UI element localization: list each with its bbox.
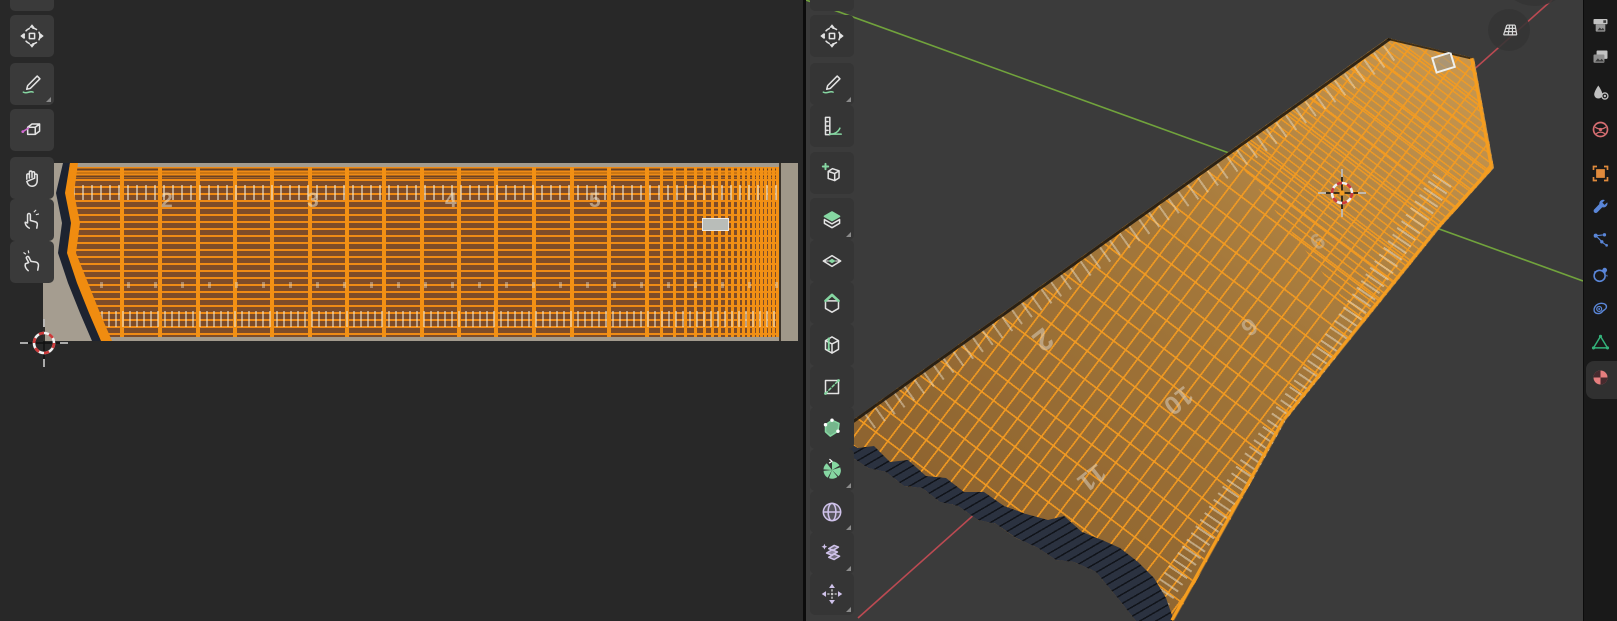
loop-cut-tool-button[interactable] [810, 324, 854, 366]
ruler-number: 5 [589, 189, 601, 213]
tool-group-indicator [846, 607, 851, 612]
uv-editor-viewport[interactable]: 2 3 4 5 [0, 0, 803, 621]
tool-group-indicator [846, 566, 851, 571]
measure-tool-button[interactable] [810, 105, 854, 147]
tool-group-indicator [846, 232, 851, 237]
inset-faces-icon [819, 248, 845, 274]
annotate-tool-button[interactable] [810, 63, 854, 105]
view-layer-properties-tab[interactable] [1584, 44, 1617, 76]
constraint-properties-tab[interactable] [1584, 295, 1617, 327]
uv-2d-cursor[interactable] [44, 343, 72, 376]
rip-region-tool-button[interactable] [10, 109, 54, 151]
3d-cursor[interactable] [1342, 193, 1370, 226]
ruler-ticks-bottom [73, 311, 779, 327]
poly-build-icon [819, 415, 845, 441]
render-properties-tab[interactable] [1584, 12, 1617, 44]
shrink-fatten-tool-button[interactable] [810, 573, 854, 615]
transform-tool-button[interactable] [810, 15, 854, 57]
scene-properties-icon [1590, 82, 1611, 108]
spin-tool-button[interactable] [810, 449, 854, 491]
ruler-number: 4 [445, 189, 457, 213]
material-properties-icon [1590, 367, 1611, 393]
object-properties-icon [1590, 163, 1611, 189]
transform-icon [819, 23, 845, 49]
properties-tab-strip [1584, 0, 1617, 621]
relax-tool-button[interactable] [10, 199, 54, 241]
annotate-icon [19, 71, 45, 97]
uv-texture-image[interactable]: 2 3 4 5 [43, 163, 798, 341]
measure-icon [819, 113, 845, 139]
object-data-properties-icon [1590, 332, 1611, 358]
object-properties-tab[interactable] [1584, 160, 1617, 192]
tool-group-indicator [846, 525, 851, 530]
modifier-properties-tab[interactable] [1584, 194, 1617, 226]
constraint-properties-icon [1590, 298, 1611, 324]
particle-properties-tab[interactable] [1584, 227, 1617, 259]
randomize-icon [819, 540, 845, 566]
modifier-properties-icon [1590, 197, 1611, 223]
knife-tool-button[interactable] [810, 366, 854, 408]
ruler-number: 2 [161, 189, 173, 213]
add-cube-icon [819, 160, 845, 186]
extrude-region-tool-button[interactable] [810, 198, 854, 240]
material-properties-tab[interactable] [1584, 364, 1617, 396]
scene-properties-tab[interactable] [1584, 79, 1617, 111]
annotate-icon [819, 71, 845, 97]
annotate-tool-button[interactable] [10, 63, 54, 105]
grab-tool-button[interactable] [10, 157, 54, 199]
randomize-tool-button[interactable] [810, 532, 854, 574]
pinch-icon [19, 249, 45, 275]
scale-tool-button[interactable] [810, 0, 854, 11]
scale-tool-button[interactable] [10, 0, 54, 11]
transform-icon [19, 23, 45, 49]
texture-right-border [779, 163, 798, 341]
particle-properties-icon [1590, 230, 1611, 256]
view-layer-properties-icon [1590, 47, 1611, 73]
loop-cut-icon [819, 332, 845, 358]
ruler-mid-marks [73, 282, 779, 288]
physics-properties-tab[interactable] [1584, 261, 1617, 293]
tool-group-indicator [846, 97, 851, 102]
shrink-fatten-icon [819, 581, 845, 607]
grid-icon [1496, 17, 1522, 43]
smooth-tool-button[interactable] [810, 491, 854, 533]
ruler-ticks-top [73, 185, 779, 200]
orthographic-toggle-button[interactable] [1488, 9, 1530, 51]
add-cube-tool-button[interactable] [810, 152, 854, 194]
physics-properties-icon [1590, 264, 1611, 290]
blender-window: 2 3 4 5 2 3 [0, 0, 1617, 621]
tool-group-indicator [46, 97, 51, 102]
render-properties-icon [1590, 15, 1611, 41]
ruler-number: 3 [307, 189, 319, 213]
scale-icon [819, 0, 845, 3]
bevel-tool-button[interactable] [810, 282, 854, 324]
grab-icon [19, 165, 45, 191]
knife-icon [819, 374, 845, 400]
world-properties-icon [1590, 119, 1611, 145]
scale-icon [19, 0, 45, 3]
smooth-icon [819, 499, 845, 525]
spin-icon [819, 457, 845, 483]
object-data-properties-tab[interactable] [1584, 329, 1617, 361]
rip-region-icon [19, 117, 45, 143]
poly-build-tool-button[interactable] [810, 407, 854, 449]
relax-icon [19, 207, 45, 233]
pinch-tool-button[interactable] [10, 241, 54, 283]
extrude-region-icon [819, 206, 845, 232]
transform-tool-button[interactable] [10, 15, 54, 57]
3d-viewport[interactable]: 235961011 [806, 0, 1583, 621]
bevel-icon [819, 290, 845, 316]
inset-faces-tool-button[interactable] [810, 240, 854, 282]
world-properties-tab[interactable] [1584, 116, 1617, 148]
uv-active-face[interactable] [702, 218, 729, 231]
tool-group-indicator [846, 483, 851, 488]
